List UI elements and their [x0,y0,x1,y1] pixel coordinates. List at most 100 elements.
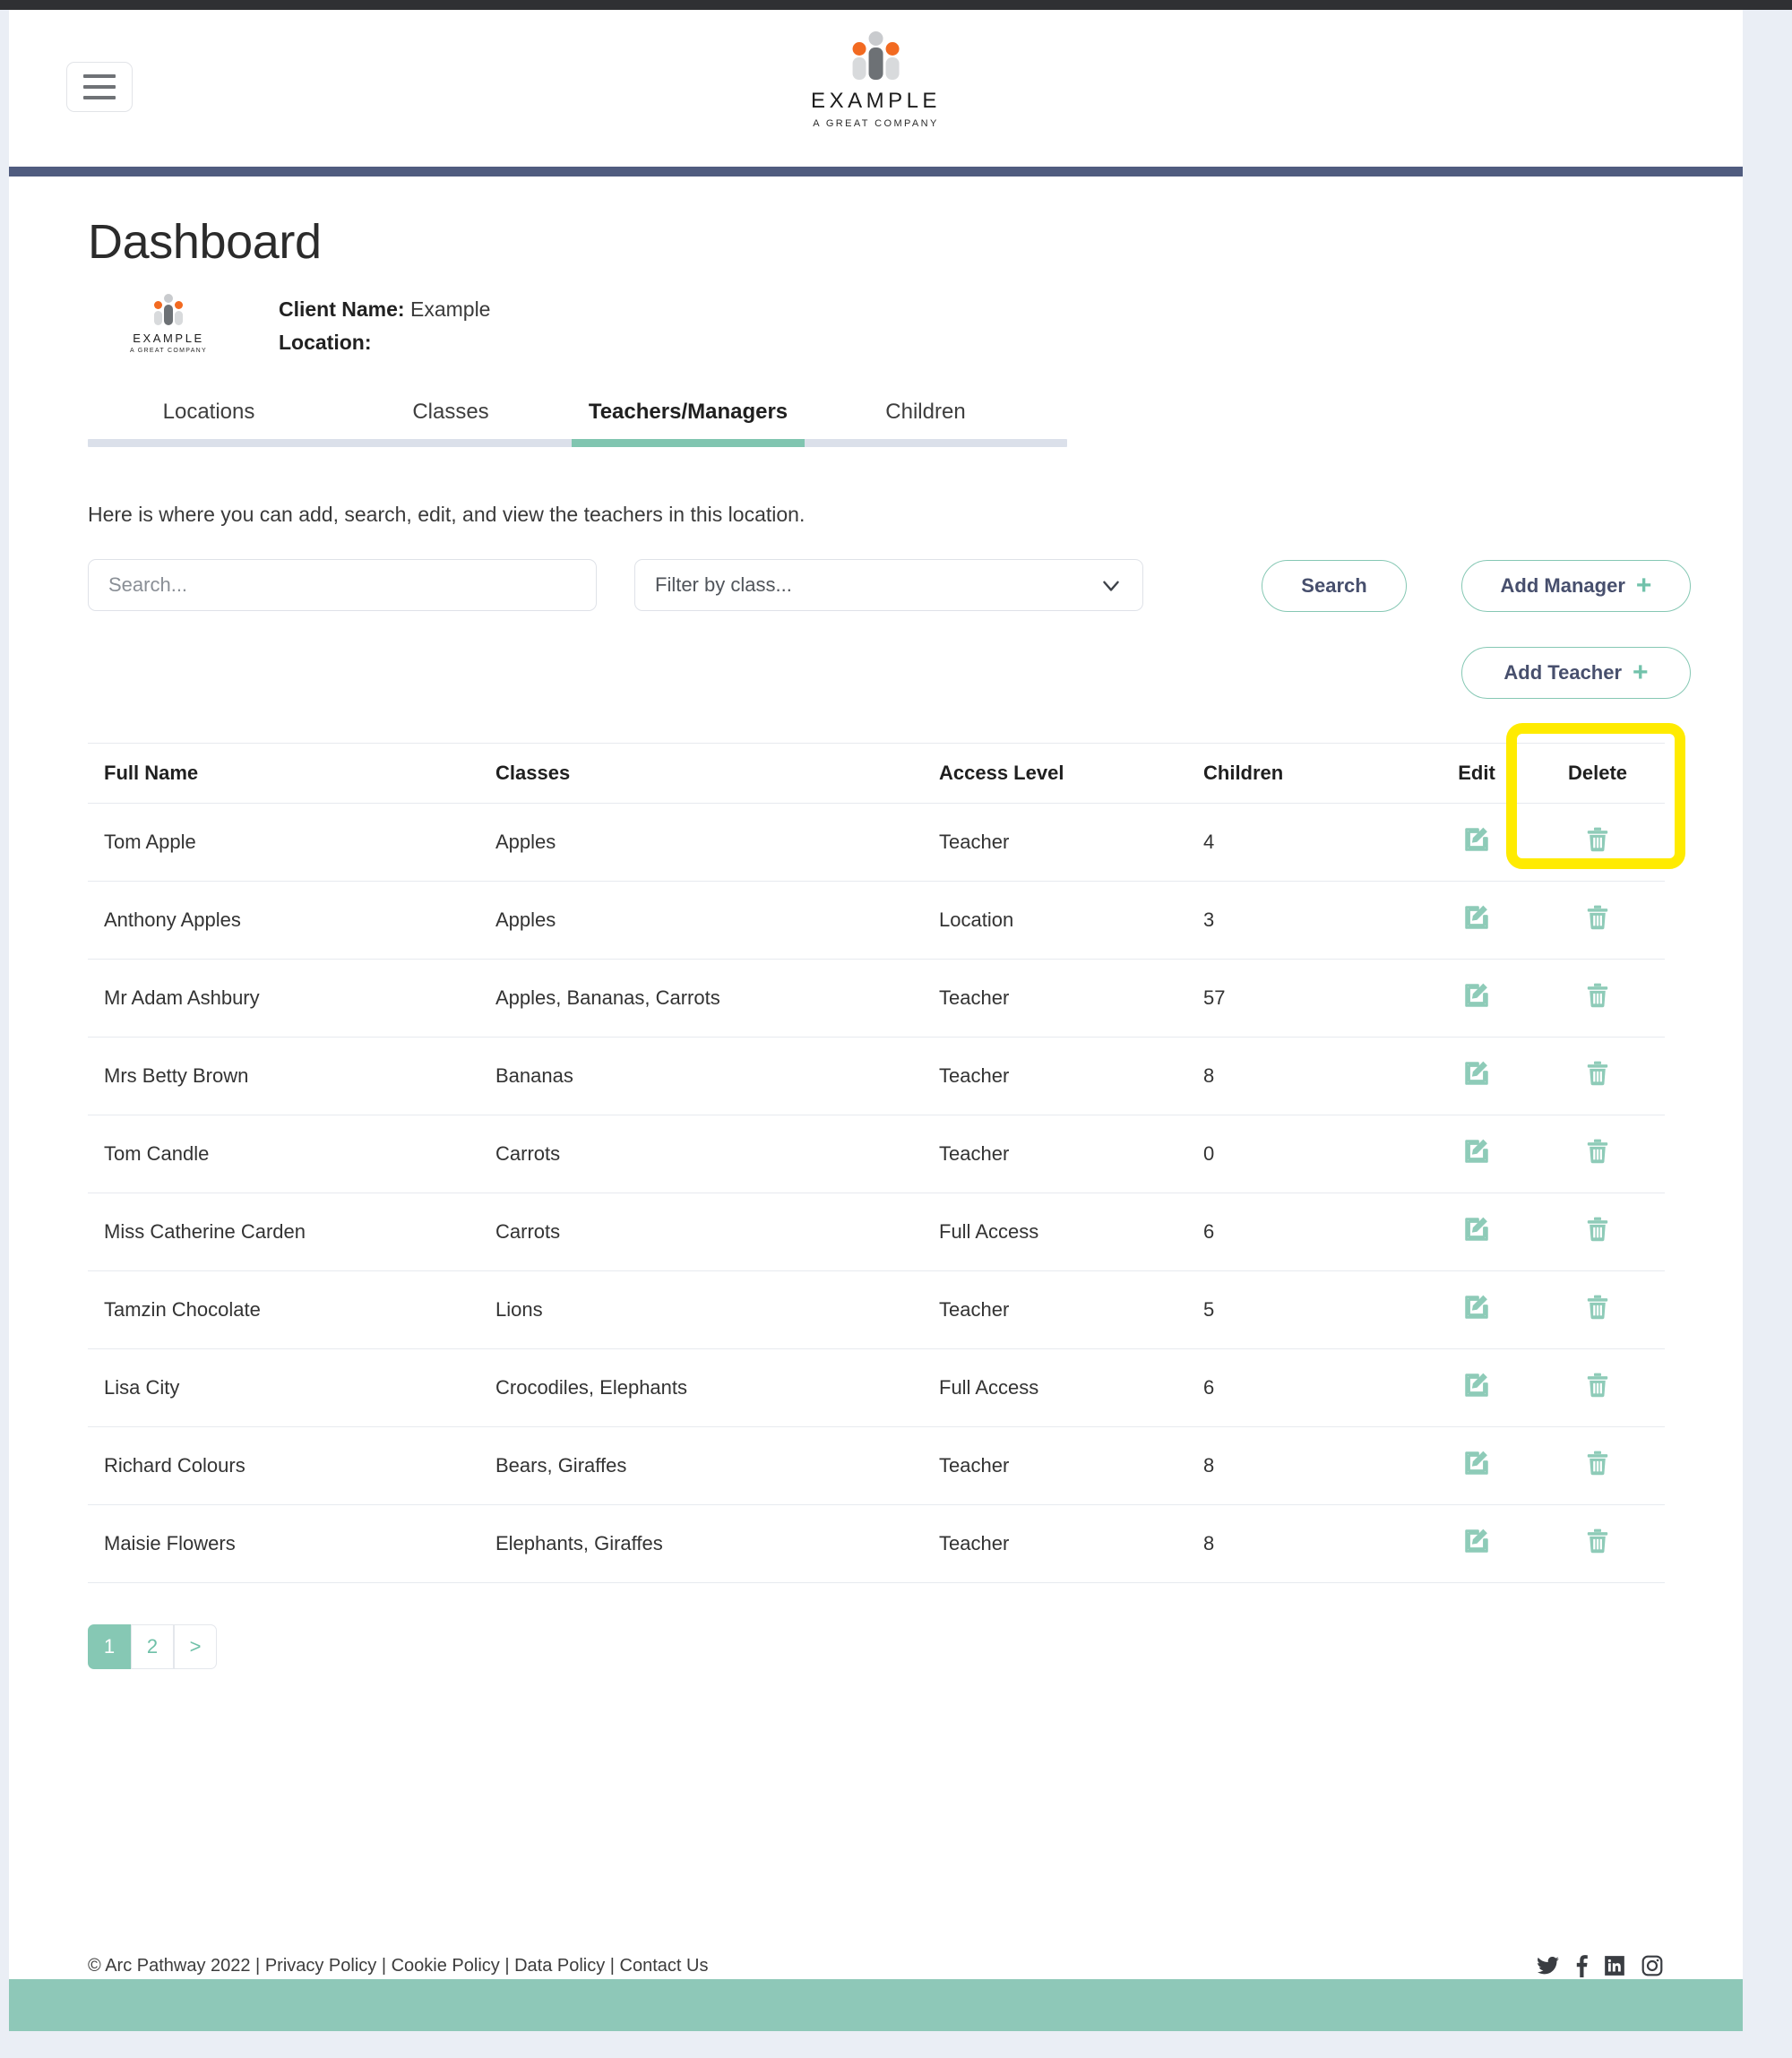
cell-classes: Lions [495,1297,543,1321]
brand-tagline: A GREAT COMPANY [813,118,939,129]
cell-access-level: Teacher [939,986,1010,1009]
facebook-icon[interactable] [1574,1954,1589,1977]
cell-access-level: Teacher [939,1453,1010,1477]
brand-name: EXAMPLE [811,89,941,113]
cell-children-count: 8 [1203,1453,1215,1477]
controls-bar: Filter by class... Search Add Manager + … [88,558,1691,707]
add-manager-button[interactable]: Add Manager + [1461,559,1691,612]
cell-access-level: Teacher [939,830,1010,853]
table-row: Tom Apple Apples Teacher 4 [88,804,1665,882]
pagination-page-button[interactable]: 1 [88,1623,131,1669]
trash-icon [1583,827,1612,857]
edit-row-button[interactable] [1461,1058,1492,1089]
tab-active-indicator [572,438,805,447]
search-input[interactable] [88,558,597,611]
delete-row-button[interactable] [1583,1058,1612,1089]
delete-row-button[interactable] [1583,1136,1612,1167]
trash-icon [1583,905,1612,935]
cell-access-level: Teacher [939,1297,1010,1321]
tab-teachers-managers[interactable]: Teachers/Managers [572,400,805,439]
delete-row-button[interactable] [1583,824,1612,855]
cell-access-level: Teacher [939,1141,1010,1165]
table-row: Tamzin Chocolate Lions Teacher 5 [88,1271,1665,1349]
page-title: Dashboard [88,215,322,269]
table-body: Tom Apple Apples Teacher 4 Anthony Apples App… [88,804,1665,1583]
client-logo-figures-icon [88,294,249,325]
edit-row-button[interactable] [1461,1292,1492,1322]
footer-links[interactable]: © Arc Pathway 2022 | Privacy Policy | Co… [88,1956,708,1976]
helper-text: Here is where you can add, search, edit,… [88,502,806,526]
trash-icon [1583,1295,1612,1325]
tab-children[interactable]: Children [805,400,1047,439]
pagination-next-button[interactable]: > [174,1623,217,1669]
edit-row-button[interactable] [1461,980,1492,1011]
filter-by-class-label: Filter by class... [655,573,792,596]
tab-bar: Locations Classes Teachers/Managers Chil… [88,400,1067,447]
tab-locations[interactable]: Locations [88,400,330,439]
column-header-delete: Delete [1567,761,1628,784]
cell-classes: Apples, Bananas, Carrots [495,986,720,1009]
cell-access-level: Teacher [939,1531,1010,1554]
linkedin-icon[interactable] [1603,1954,1626,1977]
cell-full-name: Mr Adam Ashbury [104,986,260,1009]
delete-row-button[interactable] [1583,1370,1612,1400]
trash-icon [1583,1373,1612,1403]
instagram-icon[interactable] [1641,1954,1664,1977]
add-teacher-button[interactable]: Add Teacher + [1461,646,1691,699]
pagination-page-button[interactable]: 2 [131,1623,174,1669]
chevron-down-icon [1099,573,1123,597]
edit-row-button[interactable] [1461,1214,1492,1244]
cell-access-level: Location [939,908,1014,931]
delete-row-button[interactable] [1583,1526,1612,1556]
edit-row-button[interactable] [1461,1370,1492,1400]
trash-icon [1583,1061,1612,1091]
client-name-row: Client Name: Example [279,293,490,326]
cell-classes: Crocodiles, Elephants [495,1375,688,1399]
delete-row-button[interactable] [1583,1214,1612,1244]
trash-icon [1583,983,1612,1013]
edit-pencil-icon [1461,983,1492,1013]
delete-row-button[interactable] [1583,902,1612,933]
edit-row-button[interactable] [1461,1136,1492,1167]
cell-access-level: Full Access [939,1375,1039,1399]
edit-row-button[interactable] [1461,1526,1492,1556]
edit-row-button[interactable] [1461,824,1492,855]
cell-access-level: Teacher [939,1063,1010,1087]
search-button[interactable]: Search [1262,559,1407,612]
hamburger-menu-button[interactable] [66,62,133,112]
cell-children-count: 6 [1203,1375,1215,1399]
client-name-label: Client Name: [279,297,405,321]
column-header-access-level: Access Level [939,761,1064,784]
delete-row-button[interactable] [1583,1448,1612,1478]
edit-row-button[interactable] [1461,1448,1492,1478]
column-header-edit: Edit [1458,761,1495,784]
table-row: Miss Catherine Carden Carrots Full Access 6 [88,1193,1665,1271]
add-teacher-label: Add Teacher [1503,660,1623,684]
table-row: Lisa City Crocodiles, Elephants Full Acces… [88,1349,1665,1427]
brand-logo[interactable]: EXAMPLE A GREAT COMPANY [811,31,941,129]
trash-icon [1583,1451,1612,1481]
twitter-icon[interactable] [1537,1954,1560,1977]
edit-pencil-icon [1461,905,1492,935]
delete-row-button[interactable] [1583,1292,1612,1322]
cell-classes: Bears, Giraffes [495,1453,627,1477]
search-button-label: Search [1301,573,1367,597]
cell-classes: Carrots [495,1219,561,1243]
main-content: Dashboard EXAMPLE A GREAT COMPANY Client… [9,214,1743,1669]
cell-classes: Bananas [495,1063,573,1087]
edit-row-button[interactable] [1461,902,1492,933]
logo-figures-icon [811,31,941,80]
location-row: Location: [279,326,490,359]
delete-row-button[interactable] [1583,980,1612,1011]
table-row: Richard Colours Bears, Giraffes Teacher 8 [88,1427,1665,1505]
column-header-children: Children [1203,761,1284,784]
tab-classes[interactable]: Classes [330,400,572,439]
column-header-classes: Classes [495,761,571,784]
cell-classes: Carrots [495,1141,561,1165]
trash-icon [1583,1528,1612,1559]
cell-children-count: 0 [1203,1141,1215,1165]
location-label: Location: [279,331,372,355]
cell-classes: Apples [495,908,556,931]
filter-by-class-select[interactable]: Filter by class... [634,558,1143,611]
cell-full-name: Lisa City [104,1375,180,1399]
